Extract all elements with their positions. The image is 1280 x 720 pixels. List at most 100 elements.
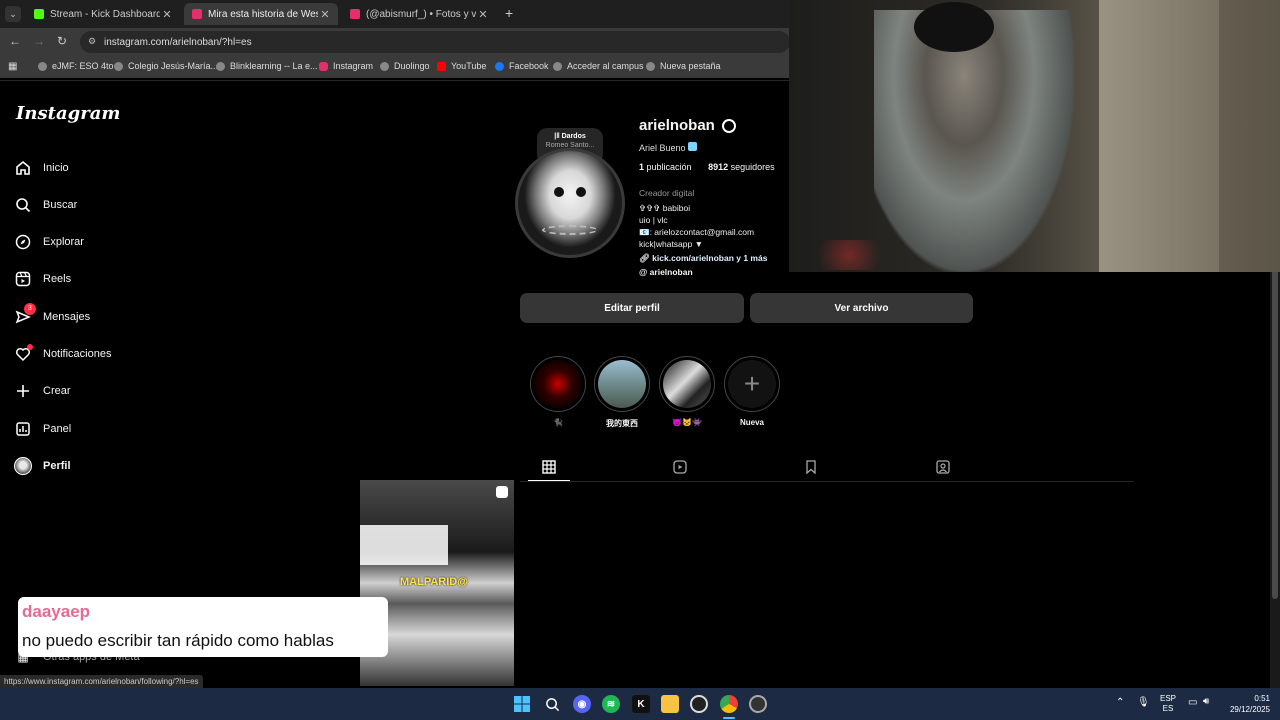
bookmark-label: Duolingo	[394, 61, 430, 71]
kick-icon[interactable]: K	[632, 695, 650, 713]
profile-tabs-divider	[520, 481, 1134, 482]
network-icon[interactable]: ▭	[1188, 697, 1197, 708]
site-info-icon[interactable]: ⚙	[88, 36, 96, 47]
cat-chain	[542, 225, 598, 235]
url-bar[interactable]: ⚙ instagram.com/arielnoban/?hl=es	[80, 31, 790, 53]
streamer-figure	[874, 10, 1074, 272]
bookmark-new-tab[interactable]: Nueva pestaña	[646, 61, 721, 71]
highlight-2[interactable]: 我的東西	[594, 356, 650, 429]
posts-label: publicación	[646, 162, 692, 172]
lang-secondary: ES	[1162, 704, 1174, 713]
new-highlight-button[interactable]: + Nueva	[724, 356, 780, 427]
forward-icon[interactable]: →	[33, 34, 45, 48]
tray-chevron-icon[interactable]: ⌃	[1116, 697, 1124, 708]
tagged-icon	[936, 460, 950, 474]
close-icon[interactable]: ✕	[318, 8, 332, 21]
messages-badge: 3	[24, 303, 36, 315]
bookmark-colegio[interactable]: Colegio Jesús-María...	[114, 61, 218, 71]
reel-play-icon	[496, 486, 508, 498]
nav-mensajes[interactable]: 3 Mensajes	[14, 303, 90, 329]
clock[interactable]: 0:51 29/12/2025	[1222, 693, 1270, 715]
profile-link[interactable]: 🔗︎ kick.com/arielnoban y 1 más	[639, 253, 767, 264]
apps-grid-icon[interactable]: ▦	[8, 61, 17, 72]
nav-panel[interactable]: Panel	[14, 417, 71, 441]
bookmark-label: YouTube	[451, 61, 487, 71]
file-explorer-icon[interactable]	[661, 695, 679, 713]
followers-label: seguidores	[730, 162, 775, 172]
nav-label: Panel	[43, 423, 72, 435]
reload-icon[interactable]: ↻	[57, 34, 67, 48]
messenger-icon: 3	[14, 303, 36, 326]
profile-bio: ✞✞✞ babiboi uio | vlc 📧: arielozcontact@…	[639, 202, 754, 250]
obs-icon[interactable]	[690, 695, 708, 713]
nav-reels[interactable]: Reels	[14, 267, 71, 291]
bookmark-youtube[interactable]: YouTube	[437, 61, 486, 71]
highlight-label: Nueva	[739, 418, 764, 427]
app-icon[interactable]	[749, 695, 767, 713]
bookmark-ejmf[interactable]: eJMF: ESO 4to	[38, 61, 114, 71]
highlight-cover	[663, 360, 711, 408]
bookmark-instagram[interactable]: Instagram	[319, 61, 373, 71]
bookmark-label: Colegio Jesús-María...	[128, 61, 219, 71]
settings-gear-icon[interactable]	[721, 118, 736, 133]
microphone-icon[interactable]: 🎙︎	[1137, 697, 1150, 708]
instagram-logo[interactable]: Instagram	[16, 103, 120, 124]
posts-number: 1	[639, 162, 645, 172]
profile-avatar[interactable]	[515, 148, 625, 258]
posts-count: 1 publicación	[639, 162, 692, 172]
language-indicator[interactable]: ESP ES	[1160, 694, 1176, 714]
bookmark-campus[interactable]: Acceder al campus	[553, 61, 644, 71]
search-icon[interactable]	[543, 695, 561, 713]
reels-icon	[673, 460, 687, 474]
highlight-3[interactable]: 👿🐱👾	[659, 356, 715, 427]
followers-link[interactable]: 8912 seguidores	[708, 162, 775, 172]
close-icon[interactable]: ✕	[160, 8, 174, 21]
highlight-label: 🐈‍⬛	[553, 418, 563, 427]
tab-list-button[interactable]: ⌄	[5, 6, 21, 22]
new-tab-button[interactable]: +	[505, 5, 513, 21]
streamer-hair	[914, 2, 994, 52]
search-icon	[14, 196, 32, 214]
cat-eye-left	[554, 187, 564, 197]
desk-lights	[799, 240, 899, 270]
bookmark-blinklearning[interactable]: Blinklearning -- La e...	[216, 61, 318, 71]
nav-label: Buscar	[43, 199, 78, 211]
back-icon[interactable]: ←	[9, 34, 21, 48]
nav-perfil[interactable]: Perfil	[14, 454, 71, 478]
tab-saved[interactable]	[790, 454, 832, 480]
discord-icon[interactable]: ◉	[573, 695, 591, 713]
view-archive-button[interactable]: Ver archivo	[750, 293, 973, 323]
highlight-ring	[659, 356, 715, 412]
nav-explorar[interactable]: Explorar	[14, 230, 84, 254]
bookmark-label: Blinklearning -- La e...	[230, 61, 318, 71]
chrome-active-indicator	[723, 717, 735, 719]
nav-inicio[interactable]: Inicio	[14, 156, 69, 180]
bookmark-facebook[interactable]: Facebook	[495, 61, 549, 71]
volume-icon[interactable]: 🔊︎	[1203, 696, 1209, 707]
globe-icon	[553, 61, 562, 71]
threads-badge[interactable]: @ arielnoban	[639, 267, 693, 277]
bookmark-duolingo[interactable]: Duolingo	[380, 61, 430, 71]
active-tab-indicator	[528, 480, 570, 481]
tab-abismurf[interactable]: (@abismurf_) • Fotos y vídeos d ✕	[342, 3, 496, 25]
home-icon	[14, 159, 32, 177]
tab-tagged[interactable]	[922, 454, 964, 480]
tab-kick-dashboard[interactable]: Stream - Kick Dashboard ✕	[26, 3, 180, 25]
tab-title: (@abismurf_) • Fotos y vídeos d	[366, 8, 476, 20]
nav-notificaciones[interactable]: Notificaciones	[14, 342, 111, 366]
tab-reels[interactable]	[659, 454, 701, 480]
bio-line: ✞✞✞ babiboi	[639, 203, 691, 213]
tab-westcol-story[interactable]: Mira esta historia de WestCOL ✕	[184, 3, 338, 25]
tab-posts[interactable]	[528, 454, 570, 480]
globe-icon	[380, 61, 389, 71]
nav-buscar[interactable]: Buscar	[14, 193, 77, 217]
close-icon[interactable]: ✕	[476, 8, 490, 21]
spotify-icon[interactable]: ≋	[602, 695, 620, 713]
highlight-1[interactable]: 🐈‍⬛	[530, 356, 586, 427]
profile-stats: 1 publicación 8912 seguidores 14	[639, 162, 789, 172]
windows-start-icon[interactable]	[513, 695, 531, 713]
edit-profile-button[interactable]: Editar perfil	[520, 293, 744, 323]
chrome-icon[interactable]	[720, 695, 738, 713]
nav-crear[interactable]: Crear	[14, 379, 71, 403]
clock-time: 0:51	[1254, 694, 1270, 703]
